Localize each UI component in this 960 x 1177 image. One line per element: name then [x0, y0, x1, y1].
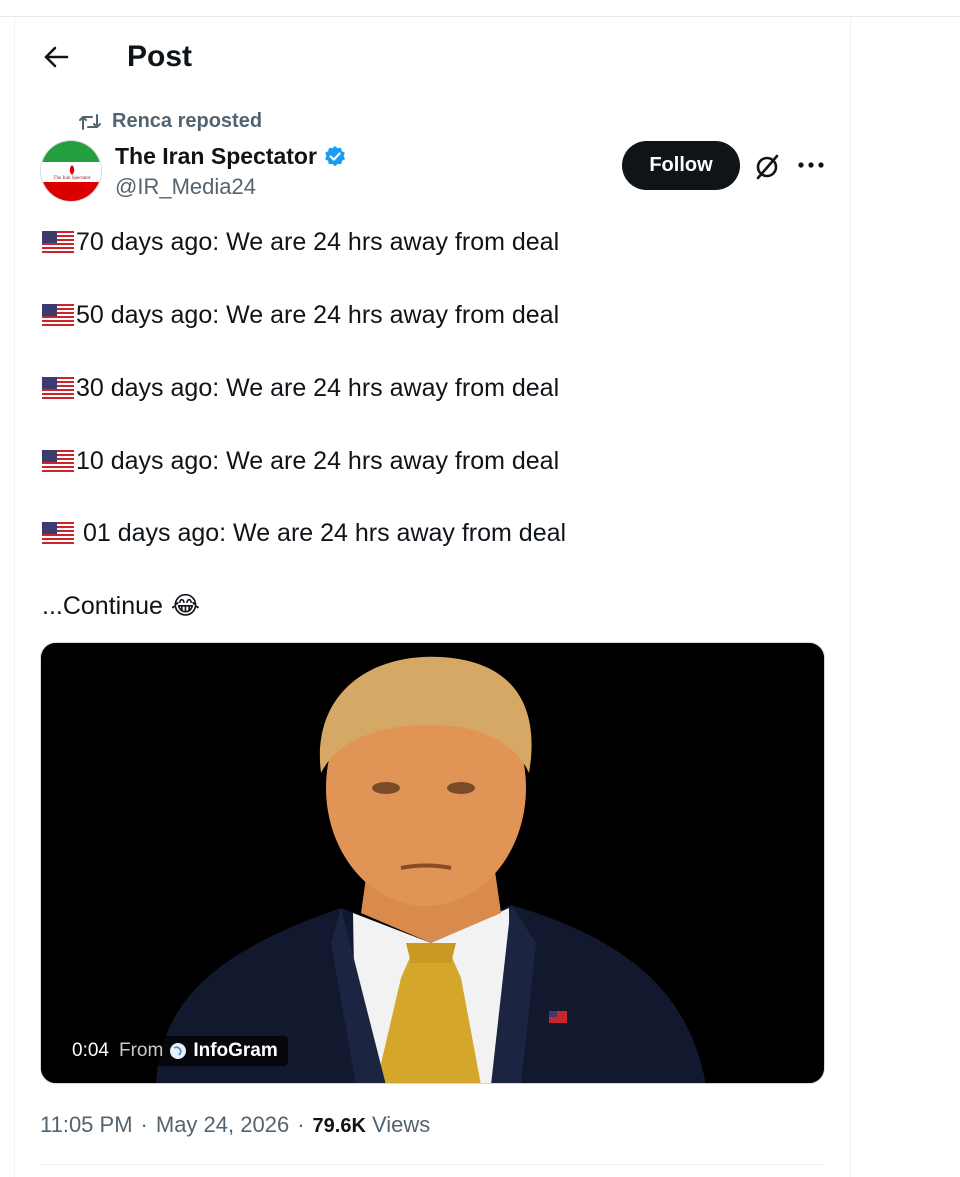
media-badge: 0:04 From InfoGram: [62, 1036, 288, 1066]
us-flag-icon: [42, 522, 74, 544]
author-handle[interactable]: @IR_Media24: [115, 174, 256, 200]
repost-icon: [79, 113, 101, 130]
back-button[interactable]: [36, 40, 76, 74]
grok-icon[interactable]: [752, 152, 782, 182]
us-flag-icon: [42, 231, 74, 253]
top-divider: [0, 16, 960, 17]
author-name[interactable]: The Iran Spectator: [115, 143, 347, 170]
page-title: Post: [127, 40, 193, 73]
from-label: From: [118, 1040, 164, 1061]
media-video[interactable]: [40, 642, 825, 1084]
video-duration: 0:04: [72, 1040, 109, 1061]
post-time[interactable]: 11:05 PM: [40, 1112, 133, 1138]
avatar[interactable]: The Iran Spectator: [40, 140, 102, 202]
svg-text:The Iran Spectator: The Iran Spectator: [53, 176, 91, 181]
laughing-emoji-icon: 😂: [170, 592, 201, 620]
meta-separator: ·: [297, 1112, 305, 1137]
tweet-line: 10 days ago: We are 24 hrs away from dea…: [42, 446, 559, 476]
tweet-line-text: 70 days ago: We are 24 hrs away from dea…: [76, 228, 560, 256]
tweet-line: 01 days ago: We are 24 hrs away from dea…: [42, 518, 566, 548]
continue-text: ...Continue: [42, 592, 163, 620]
tweet-line: 70 days ago: We are 24 hrs away from dea…: [42, 227, 559, 257]
iran-flag-avatar-icon: The Iran Spectator: [41, 141, 101, 201]
post-meta: 11:05 PM · May 24, 2026 · 79.6K Views: [40, 1112, 430, 1138]
tweet-continue-line: ...Continue 😂: [42, 591, 200, 621]
verified-badge-icon: [324, 145, 345, 166]
tweet-line-text: 10 days ago: We are 24 hrs away from dea…: [76, 447, 560, 475]
globe-icon: [170, 1043, 187, 1059]
views[interactable]: 79.6K Views: [313, 1112, 431, 1138]
meta-divider: [40, 1164, 826, 1165]
follow-button[interactable]: Follow: [622, 141, 740, 190]
tweet-line: 50 days ago: We are 24 hrs away from dea…: [42, 300, 559, 330]
source-name: InfoGram: [193, 1040, 278, 1061]
us-flag-icon: [42, 450, 74, 472]
media-source[interactable]: From InfoGram: [119, 1040, 278, 1062]
tweet-line-text: 30 days ago: We are 24 hrs away from dea…: [76, 374, 560, 402]
us-flag-icon: [42, 304, 74, 326]
views-count: 79.6K: [312, 1115, 366, 1137]
views-label: Views: [372, 1112, 431, 1137]
more-options-icon[interactable]: [797, 152, 825, 178]
column-border-left: [14, 17, 15, 1177]
video-thumbnail-icon: [41, 643, 824, 1083]
us-flag-icon: [42, 377, 74, 399]
repost-indicator[interactable]: Renca reposted: [78, 110, 262, 133]
post-header: Post: [0, 30, 850, 84]
arrow-left-icon: [44, 46, 69, 68]
author-name-text: The Iran Spectator: [115, 143, 317, 169]
tweet-line-text: 01 days ago: We are 24 hrs away from dea…: [76, 519, 567, 547]
repost-label: Renca reposted: [112, 110, 263, 132]
post-date[interactable]: May 24, 2026: [156, 1112, 289, 1138]
tweet-line-text: 50 days ago: We are 24 hrs away from dea…: [76, 301, 560, 329]
column-border-right: [850, 17, 851, 1177]
meta-separator: ·: [140, 1112, 148, 1137]
tweet-line: 30 days ago: We are 24 hrs away from dea…: [42, 373, 559, 403]
